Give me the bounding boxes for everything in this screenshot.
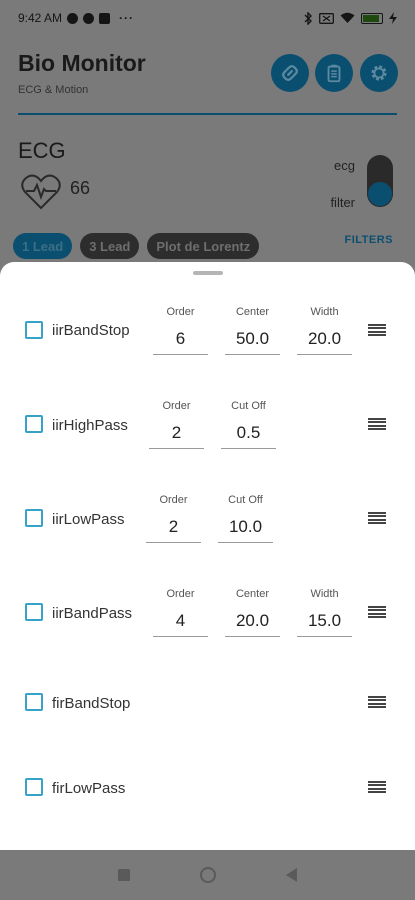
filter-row-iirlowpass: iirLowPass Order 2 Cut Off 10.0 [0,490,415,550]
field-label: Width [310,588,339,600]
field-value: 50.0 [235,329,270,348]
field-label: Cut Off [228,494,263,506]
field-value: 10.0 [228,517,263,536]
order-field[interactable]: Order 2 [146,492,201,543]
drag-handle-icon[interactable] [368,696,386,708]
heart-rate-value: 66 [70,178,91,198]
center-field[interactable]: Center 50.0 [225,304,280,355]
filter-row-firlowpass: firLowPass [0,767,415,827]
app-title: Bio Monitor [18,50,146,76]
width-field[interactable]: Width 15.0 [297,586,352,637]
drag-handle-icon[interactable] [368,324,386,336]
filter-checkbox[interactable] [25,321,43,339]
field-value: 4 [175,611,186,630]
settings-button[interactable] [360,54,398,92]
field-label: Width [310,306,339,318]
field-value: 20.0 [307,329,342,348]
order-field[interactable]: Order 4 [153,586,208,637]
filter-checkbox[interactable] [25,509,43,527]
field-value: 6 [175,329,186,348]
filter-row-firbandstop: firBandStop [0,682,415,742]
filters-link[interactable]: FILTERS [344,234,393,246]
filter-checkbox[interactable] [25,415,43,433]
notification-icon [67,12,79,24]
filter-name: firLowPass [52,780,126,797]
tab-1-lead[interactable]: 1 Lead [13,233,73,259]
filter-row-iirbandpass: iirBandPass Order 4 Center 20.0 Width 15… [0,584,415,644]
drag-handle-icon[interactable] [368,512,386,524]
field-label: Order [166,588,195,600]
field-value: 2 [168,517,179,536]
filter-checkbox[interactable] [25,693,43,711]
home-icon[interactable] [200,867,216,883]
back-icon[interactable] [286,868,297,882]
toggle-filter-label: filter [330,195,355,210]
filter-name: iirBandStop [52,322,130,339]
filter-name: iirHighPass [52,417,128,434]
header-divider [18,113,397,115]
status-bar: 9:42 AM ··· [0,0,415,36]
lead-tabs: 1 Lead 3 Lead Plot de Lorentz [13,233,260,259]
order-field[interactable]: Order 6 [153,304,208,355]
wifi-icon [340,12,355,23]
tab-3-lead[interactable]: 3 Lead [80,233,140,259]
cutoff-field[interactable]: Cut Off 0.5 [221,398,276,449]
clipboard-button[interactable] [315,54,353,92]
ecg-filter-toggle[interactable] [367,155,393,207]
link-button[interactable] [271,54,309,92]
field-value: 15.0 [307,611,342,630]
filters-bottom-sheet: iirBandStop Order 6 Center 50.0 Width 20… [0,262,415,850]
heart-pulse-icon [21,174,61,210]
filter-checkbox[interactable] [25,778,43,796]
app-subtitle: ECG & Motion [18,84,89,96]
ecg-title: ECG [18,138,66,163]
field-label: Cut Off [231,400,266,412]
filter-name: iirLowPass [52,511,125,528]
status-time: 9:42 AM [18,11,63,25]
field-value: 0.5 [236,423,261,442]
battery-icon [361,12,383,24]
tab-plot-de-lorentz[interactable]: Plot de Lorentz [147,233,260,259]
toggle-ecg-label: ecg [334,158,355,173]
sim-icon [319,12,334,24]
gear-icon [371,65,387,81]
recents-icon[interactable] [118,869,130,881]
notification-icon [99,12,111,24]
more-notifications-indicator: ··· [119,11,135,25]
filter-row-iirhighpass: iirHighPass Order 2 Cut Off 0.5 [0,396,415,456]
field-value: 2 [171,423,182,442]
cutoff-field[interactable]: Cut Off 10.0 [218,492,273,543]
toggle-knob [368,182,392,206]
filter-checkbox[interactable] [25,603,43,621]
filter-row-iirbandstop: iirBandStop Order 6 Center 50.0 Width 20… [0,302,415,362]
field-label: Order [162,400,191,412]
bluetooth-icon [304,11,312,25]
field-label: Order [159,494,188,506]
drag-handle-icon[interactable] [368,606,386,618]
center-field[interactable]: Center 20.0 [225,586,280,637]
field-label: Center [235,588,270,600]
charging-icon [389,12,397,24]
link-icon [282,65,298,81]
drag-handle-icon[interactable] [368,781,386,793]
clipboard-icon [327,64,341,83]
field-label: Center [235,306,270,318]
filter-name: firBandStop [52,695,131,712]
order-field[interactable]: Order 2 [149,398,204,449]
width-field[interactable]: Width 20.0 [297,304,352,355]
sheet-drag-handle[interactable] [193,271,223,275]
system-nav-bar [0,850,415,900]
notification-icon [83,12,95,24]
field-value: 20.0 [235,611,270,630]
drag-handle-icon[interactable] [368,418,386,430]
filter-name: iirBandPass [52,605,133,622]
field-label: Order [166,306,195,318]
